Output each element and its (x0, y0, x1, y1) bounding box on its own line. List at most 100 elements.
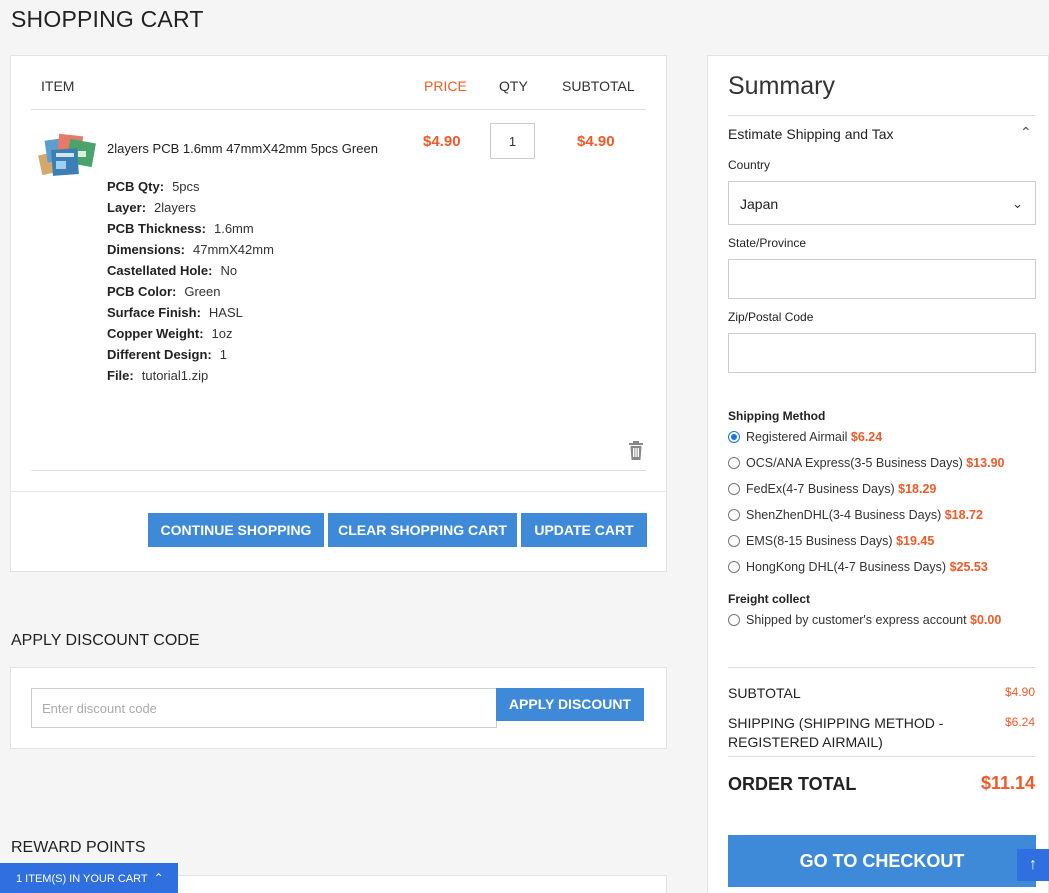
go-to-checkout-button[interactable]: GO TO CHECKOUT (728, 835, 1036, 887)
chevron-up-icon: ⌃ (153, 871, 164, 885)
shipping-option-price: $13.90 (966, 456, 1005, 470)
radio[interactable] (728, 457, 740, 469)
country-label: Country (728, 158, 771, 172)
attr-label: Layer: (107, 200, 147, 215)
attr-row-finish: Surface Finish: HASL (107, 304, 274, 325)
attr-label: Copper Weight: (107, 326, 204, 341)
mini-cart-toggle[interactable]: 1 ITEM(S) IN YOUR CART ⌃ (0, 863, 178, 893)
attr-label: File: (107, 368, 134, 383)
attr-row-castellated: Castellated Hole: No (107, 262, 274, 283)
shipping-method-title: Shipping Method (728, 409, 826, 423)
radio[interactable] (728, 535, 740, 547)
chevron-down-icon: ⌄ (1012, 196, 1023, 211)
radio[interactable] (728, 509, 740, 521)
attr-value: 1oz (211, 326, 233, 341)
shipping-option-price: $18.29 (898, 482, 937, 496)
zip-label: Zip/Postal Code (728, 310, 814, 324)
state-label: State/Province (728, 236, 807, 250)
country-select[interactable]: Japan ⌄ (728, 181, 1036, 225)
radio[interactable] (728, 614, 740, 626)
attr-value: 47mmX42mm (193, 242, 274, 257)
freight-option-price: $0.00 (970, 613, 1002, 627)
product-name[interactable]: 2layers PCB 1.6mm 47mmX42mm 5pcs Green (107, 141, 378, 156)
subtotal-label: SUBTOTAL (728, 685, 801, 701)
zip-input[interactable] (728, 333, 1036, 373)
shipping-option-label: EMS(8-15 Business Days) (746, 534, 893, 548)
shipping-option-ems[interactable]: EMS(8-15 Business Days) $19.45 (728, 534, 934, 548)
totals-divider (728, 667, 1035, 668)
shipping-option-price: $6.24 (850, 430, 883, 444)
shipping-option-label: FedEx(4-7 Business Days) (746, 482, 895, 496)
mini-cart-label: 1 ITEM(S) IN YOUR CART (16, 873, 148, 885)
header-subtotal: SUBTOTAL (562, 78, 635, 94)
clear-cart-button[interactable]: CLEAR SHOPPING CART (328, 513, 517, 547)
attr-label: Dimensions: (107, 242, 186, 257)
attr-row-color: PCB Color: Green (107, 283, 274, 304)
order-total-divider (728, 756, 1035, 757)
header-qty: QTY (499, 78, 528, 94)
attr-value: 5pcs (172, 179, 200, 194)
discount-title: APPLY DISCOUNT CODE (11, 632, 200, 649)
actions-divider (11, 491, 666, 492)
shipping-option-fedex[interactable]: FedEx(4-7 Business Days) $18.29 (728, 482, 936, 496)
shipping-option-hongkong-dhl[interactable]: HongKong DHL(4-7 Business Days) $25.53 (728, 560, 988, 574)
country-value: Japan (740, 196, 779, 212)
item-price: $4.90 (423, 133, 461, 150)
summary-title: Summary (728, 72, 835, 100)
freight-collect-title: Freight collect (728, 592, 811, 606)
reward-title: REWARD POINTS (11, 839, 146, 856)
summary-panel: Summary Estimate Shipping and Tax ⌃ Coun… (707, 55, 1049, 893)
summary-divider (728, 115, 1035, 116)
state-input[interactable] (728, 259, 1036, 299)
product-thumbnail[interactable] (38, 131, 100, 183)
page-title: SHOPPING CART (11, 6, 204, 32)
attr-row-file: File: tutorial1.zip (107, 367, 274, 388)
order-total-label: ORDER TOTAL (728, 774, 857, 794)
shipping-option-label: ShenZhenDHL(3-4 Business Days) (746, 508, 942, 522)
item-subtotal: $4.90 (577, 133, 615, 150)
attr-row-design: Different Design: 1 (107, 346, 274, 367)
freight-option-label: Shipped by customer's express account (746, 613, 967, 627)
shipping-option-price: $18.72 (944, 508, 983, 522)
order-total-value: $11.14 (980, 773, 1035, 793)
radio[interactable] (728, 561, 740, 573)
shipping-option-price: $25.53 (949, 560, 988, 574)
shipping-option-ocs-ana[interactable]: OCS/ANA Express(3-5 Business Days) $13.9… (728, 456, 1004, 470)
apply-discount-button[interactable]: APPLY DISCOUNT (496, 688, 644, 721)
shipping-option-label: HongKong DHL(4-7 Business Days) (746, 560, 947, 574)
discount-code-input[interactable] (31, 688, 497, 728)
trash-icon[interactable] (628, 441, 644, 460)
attr-value: 1 (219, 347, 227, 362)
shipping-option-shenzhen-dhl[interactable]: ShenZhenDHL(3-4 Business Days) $18.72 (728, 508, 983, 522)
attr-label: Castellated Hole: (107, 263, 213, 278)
attr-label: PCB Color: (107, 284, 177, 299)
shipping-value: $6.24 (1004, 715, 1035, 729)
chevron-up-icon[interactable]: ⌃ (1020, 124, 1032, 141)
attr-value: tutorial1.zip (141, 368, 209, 383)
subtotal-value: $4.90 (1004, 685, 1035, 699)
item-divider (31, 470, 646, 471)
qty-input[interactable] (490, 123, 535, 159)
attr-label: PCB Qty: (107, 179, 165, 194)
attr-label: Surface Finish: (107, 305, 201, 320)
shipping-label-line2: REGISTERED AIRMAIL) (728, 734, 883, 750)
arrow-up-icon[interactable]: ↑ (1017, 849, 1049, 881)
update-cart-button[interactable]: UPDATE CART (521, 513, 647, 547)
header-item: ITEM (41, 78, 75, 94)
shipping-option-label: OCS/ANA Express(3-5 Business Days) (746, 456, 963, 470)
attr-value: 2layers (154, 200, 196, 215)
estimate-shipping-toggle[interactable]: Estimate Shipping and Tax (728, 126, 894, 142)
attr-value: Green (184, 284, 221, 299)
radio-selected[interactable] (728, 431, 740, 443)
attr-row-pcb-qty: PCB Qty: 5pcs (107, 178, 274, 199)
product-attributes: PCB Qty: 5pcs Layer: 2layers PCB Thickness… (107, 178, 274, 388)
radio[interactable] (728, 483, 740, 495)
attr-label: PCB Thickness: (107, 221, 206, 236)
shipping-label-line1: SHIPPING (SHIPPING METHOD - (728, 715, 944, 731)
attr-row-dimensions: Dimensions: 47mmX42mm (107, 241, 274, 262)
attr-row-layer: Layer: 2layers (107, 199, 274, 220)
shipping-option-registered-airmail[interactable]: Registered Airmail $6.24 (728, 430, 882, 444)
discount-panel: APPLY DISCOUNT (10, 667, 667, 749)
continue-shopping-button[interactable]: CONTINUE SHOPPING (148, 513, 324, 547)
freight-collect-option[interactable]: Shipped by customer's express account $0… (728, 613, 1001, 627)
